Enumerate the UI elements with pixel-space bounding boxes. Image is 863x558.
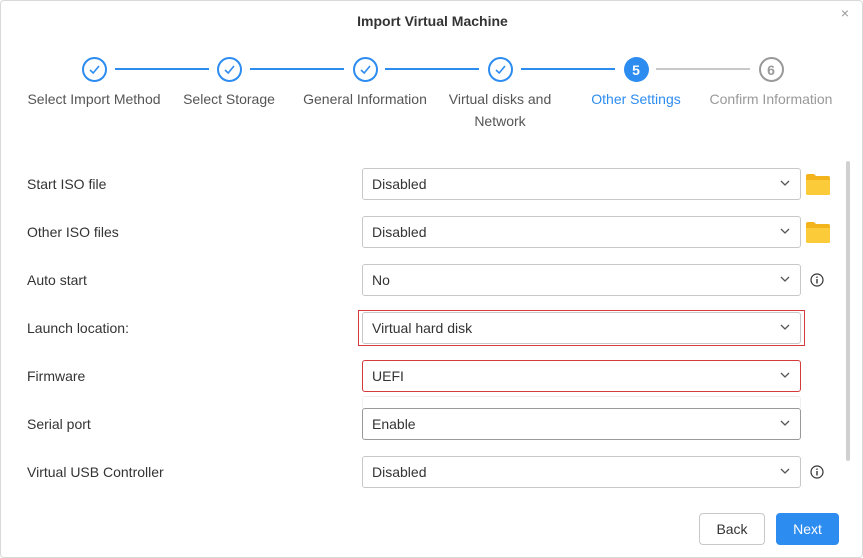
- step-number: 6: [758, 57, 784, 82]
- step-number: 5: [623, 57, 649, 82]
- firmware-select[interactable]: UEFI: [362, 360, 801, 392]
- select-value: No: [372, 272, 390, 288]
- auto-start-label: Auto start: [27, 272, 87, 288]
- next-button[interactable]: Next: [776, 513, 839, 545]
- check-icon: [487, 57, 513, 82]
- other-iso-select[interactable]: Disabled: [362, 216, 801, 248]
- dialog-title: Import Virtual Machine: [357, 13, 508, 29]
- chevron-down-icon: [780, 420, 790, 426]
- back-button[interactable]: Back: [699, 513, 765, 545]
- chevron-down-icon: [780, 324, 790, 330]
- dropdown-shadow: [362, 396, 801, 408]
- vertical-scrollbar[interactable]: [846, 161, 850, 461]
- chevron-down-icon: [780, 180, 790, 186]
- launch-location-label: Launch location:: [27, 320, 129, 336]
- info-icon[interactable]: [810, 273, 824, 287]
- chevron-down-icon: [780, 276, 790, 282]
- select-value: UEFI: [372, 368, 404, 384]
- folder-icon[interactable]: [805, 220, 831, 244]
- start-iso-select[interactable]: Disabled: [362, 168, 801, 200]
- chevron-down-icon: [780, 372, 790, 378]
- check-icon: [216, 57, 242, 82]
- serial-port-label: Serial port: [27, 416, 91, 432]
- select-value: Virtual hard disk: [372, 320, 473, 336]
- select-value: Disabled: [372, 224, 427, 240]
- step-confirm-information: 6 Confirm Information: [691, 57, 851, 110]
- import-vm-dialog: Import Virtual Machine × Select Import M…: [0, 0, 863, 558]
- chevron-down-icon: [780, 228, 790, 234]
- select-value: Disabled: [372, 464, 427, 480]
- auto-start-select[interactable]: No: [362, 264, 801, 296]
- check-icon: [352, 57, 378, 82]
- step-label: Virtual disks and Network: [448, 91, 552, 129]
- step-label: Confirm Information: [709, 91, 833, 107]
- launch-location-select[interactable]: Virtual hard disk: [362, 312, 801, 344]
- select-value: Disabled: [372, 176, 427, 192]
- select-value: Enable: [372, 416, 416, 432]
- usb-controller-label: Virtual USB Controller: [27, 464, 164, 480]
- check-icon: [81, 57, 107, 82]
- start-iso-label: Start ISO file: [27, 176, 107, 192]
- other-iso-label: Other ISO files: [27, 224, 119, 240]
- folder-icon[interactable]: [805, 172, 831, 196]
- info-icon[interactable]: [810, 465, 824, 479]
- serial-port-select[interactable]: Enable: [362, 408, 801, 440]
- firmware-label: Firmware: [27, 368, 86, 384]
- close-icon[interactable]: ×: [841, 6, 849, 20]
- usb-controller-select[interactable]: Disabled: [362, 456, 801, 488]
- chevron-down-icon: [780, 468, 790, 474]
